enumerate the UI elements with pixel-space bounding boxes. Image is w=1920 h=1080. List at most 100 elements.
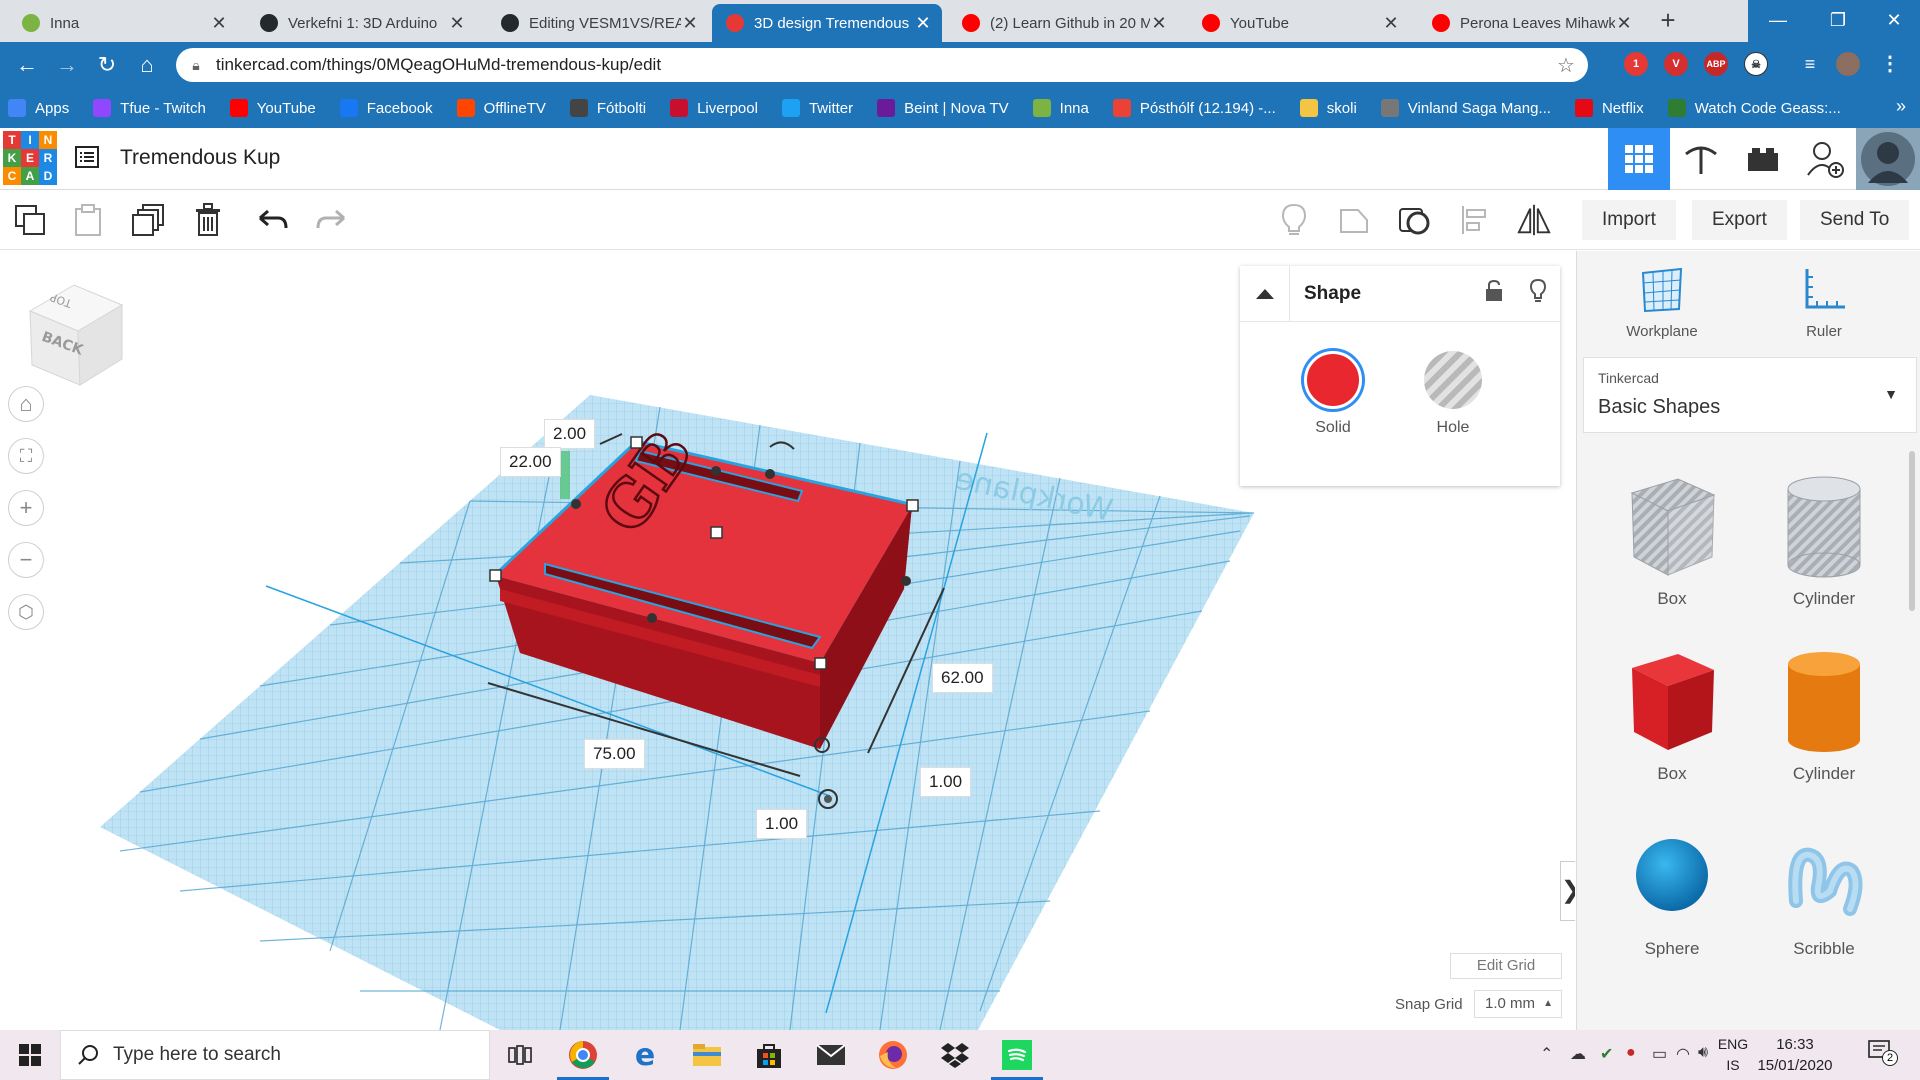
collapse-sidebar-toggle[interactable]: ❯ bbox=[1560, 861, 1575, 921]
reload-icon[interactable]: ↻ bbox=[92, 50, 122, 80]
bookmark-item[interactable]: Twitter bbox=[781, 99, 853, 117]
bricks-view-button[interactable] bbox=[1732, 128, 1794, 190]
3d-design-view-button[interactable] bbox=[1608, 128, 1670, 190]
hole-option[interactable]: Hole bbox=[1418, 351, 1488, 437]
bookmark-item[interactable]: Vinland Saga Mang... bbox=[1380, 99, 1551, 117]
mirror-icon[interactable] bbox=[1516, 202, 1552, 238]
width-label[interactable]: 75.00 bbox=[584, 739, 645, 769]
minimize-window-button[interactable]: — bbox=[1748, 0, 1808, 42]
shape-box-hole[interactable]: Box bbox=[1597, 471, 1747, 609]
system-clock[interactable]: 16:33 15/01/2020 bbox=[1750, 1034, 1840, 1076]
battery-icon[interactable]: ▭ bbox=[1652, 1044, 1667, 1064]
maximize-window-button[interactable]: ❐ bbox=[1808, 0, 1868, 42]
edit-grid-button[interactable]: Edit Grid bbox=[1450, 953, 1562, 979]
chrome-taskbar-icon[interactable] bbox=[553, 1030, 613, 1080]
height-handle[interactable] bbox=[710, 526, 723, 539]
perspective-icon[interactable]: ⬡ bbox=[8, 594, 44, 630]
spotify-icon[interactable] bbox=[987, 1030, 1047, 1080]
security-icon[interactable]: ● bbox=[1626, 1044, 1636, 1062]
dropbox-icon[interactable] bbox=[925, 1030, 985, 1080]
solid-swatch[interactable] bbox=[1304, 351, 1362, 409]
back-icon[interactable]: ← bbox=[12, 50, 42, 80]
sync-status-icon[interactable]: ✔ bbox=[1600, 1044, 1613, 1064]
wifi-icon[interactable]: ◠ bbox=[1676, 1044, 1690, 1064]
design-list-icon[interactable] bbox=[74, 144, 100, 170]
browser-tab[interactable]: Verkefni 1: 3D Arduino ✕ bbox=[246, 4, 476, 42]
snap-grid-select[interactable]: 1.0 mm ▲ bbox=[1474, 990, 1562, 1018]
fit-view-icon[interactable]: ⛶ bbox=[8, 438, 44, 474]
browser-tab[interactable]: YouTube ✕ bbox=[1188, 4, 1410, 42]
ungroup-icon[interactable] bbox=[1396, 202, 1432, 238]
close-tab-icon[interactable]: ✕ bbox=[1150, 13, 1168, 34]
close-window-button[interactable]: ✕ bbox=[1868, 0, 1920, 42]
workplane-tool[interactable]: Workplane bbox=[1607, 267, 1717, 340]
task-view-icon[interactable] bbox=[490, 1030, 550, 1080]
close-tab-icon[interactable]: ✕ bbox=[448, 13, 466, 34]
view-cube[interactable]: TOP BACK bbox=[24, 281, 128, 391]
adblock-extension-icon[interactable]: ABP bbox=[1704, 52, 1728, 76]
browser-tab[interactable]: Inna ✕ bbox=[8, 4, 238, 42]
zoom-in-icon[interactable]: + bbox=[8, 490, 44, 526]
volume-icon[interactable]: 🔊︎ bbox=[1698, 1044, 1708, 1062]
bookmark-item[interactable]: Tfue - Twitch bbox=[93, 99, 206, 117]
close-tab-icon[interactable]: ✕ bbox=[210, 13, 228, 34]
bookmark-item[interactable]: Liverpool bbox=[670, 99, 758, 117]
onedrive-icon[interactable]: ☁ bbox=[1570, 1044, 1586, 1064]
y-offset-label[interactable]: 1.00 bbox=[756, 809, 808, 839]
3d-workspace[interactable]: Workplane GB 2.00 22.00 62.00 75.00 1.00… bbox=[0, 251, 1575, 1030]
bookmark-item[interactable]: Fótbolti bbox=[569, 99, 646, 117]
bookmark-item[interactable]: Inna bbox=[1032, 99, 1089, 117]
align-icon[interactable] bbox=[1456, 202, 1492, 238]
chrome-menu-icon[interactable]: ⋮ bbox=[1878, 52, 1902, 76]
language-indicator[interactable]: ENG IS bbox=[1716, 1034, 1750, 1076]
close-tab-icon[interactable]: ✕ bbox=[1615, 13, 1633, 34]
shape-box[interactable]: Box bbox=[1597, 646, 1747, 784]
depth-label[interactable]: 62.00 bbox=[932, 663, 993, 693]
copy-icon[interactable] bbox=[12, 202, 48, 238]
bookmark-item[interactable]: Pósthólf (12.194) -... bbox=[1112, 99, 1276, 117]
trash-icon[interactable] bbox=[190, 202, 226, 238]
address-bar[interactable]: 🔒︎ tinkercad.com/things/0MQeagOHuMd-trem… bbox=[176, 48, 1588, 82]
tinkercad-logo[interactable]: TINKERCAD bbox=[3, 131, 57, 185]
bookmark-item[interactable]: Watch Code Geass:... bbox=[1667, 99, 1841, 117]
redo-icon[interactable] bbox=[314, 202, 350, 238]
home-icon[interactable]: ⌂ bbox=[132, 50, 162, 80]
url-text[interactable]: tinkercad.com/things/0MQeagOHuMd-tremend… bbox=[216, 55, 1544, 75]
resize-handle[interactable] bbox=[489, 569, 502, 582]
bookmark-star-icon[interactable]: ☆ bbox=[1544, 53, 1588, 78]
export-button[interactable]: Export bbox=[1692, 200, 1787, 240]
browser-tab[interactable]: (2) Learn Github in 20 M ✕ bbox=[948, 4, 1178, 42]
height-label[interactable]: 22.00 bbox=[500, 447, 561, 477]
show-hidden-icons-icon[interactable]: ⌃ bbox=[1540, 1044, 1553, 1064]
store-icon[interactable] bbox=[739, 1030, 799, 1080]
bookmark-item[interactable]: YouTube bbox=[229, 99, 316, 117]
send-to-button[interactable]: Send To bbox=[1800, 200, 1910, 240]
paste-icon[interactable] bbox=[70, 202, 106, 238]
bookmark-item[interactable]: Apps bbox=[8, 99, 69, 117]
more-bookmarks-icon[interactable]: » bbox=[1896, 96, 1906, 117]
hole-swatch[interactable] bbox=[1424, 351, 1482, 409]
bookmark-item[interactable]: OfflineTV bbox=[456, 99, 546, 117]
height-offset-label[interactable]: 2.00 bbox=[544, 419, 596, 449]
shape-library-select[interactable]: Tinkercad Basic Shapes ▼ bbox=[1583, 357, 1917, 433]
resize-handle[interactable] bbox=[814, 657, 827, 670]
bookmark-item[interactable]: Netflix bbox=[1574, 99, 1644, 117]
vivino-extension-icon[interactable]: V bbox=[1664, 52, 1688, 76]
taskbar-search[interactable]: Type here to search bbox=[60, 1030, 490, 1080]
file-explorer-icon[interactable] bbox=[677, 1030, 737, 1080]
browser-tab[interactable]: 3D design Tremendous ✕ bbox=[712, 4, 942, 42]
close-tab-icon[interactable]: ✕ bbox=[1382, 13, 1400, 34]
resize-handle[interactable] bbox=[906, 499, 919, 512]
lock-icon[interactable] bbox=[1472, 279, 1516, 307]
shape-scribble[interactable]: Scribble bbox=[1749, 821, 1899, 959]
playlist-icon[interactable]: ≡ bbox=[1798, 52, 1822, 76]
x-offset-label[interactable]: 1.00 bbox=[920, 767, 972, 797]
lock-icon[interactable]: 🔒︎ bbox=[176, 57, 216, 74]
mail-icon[interactable] bbox=[801, 1030, 861, 1080]
forward-icon[interactable]: → bbox=[52, 50, 82, 80]
user-avatar[interactable] bbox=[1856, 128, 1920, 190]
browser-tab[interactable]: Perona Leaves Mihawk ✕ bbox=[1418, 4, 1643, 42]
resize-handle[interactable] bbox=[630, 436, 643, 449]
extension-badge-icon[interactable]: 1 bbox=[1624, 52, 1648, 76]
home-view-icon[interactable]: ⌂ bbox=[8, 386, 44, 422]
